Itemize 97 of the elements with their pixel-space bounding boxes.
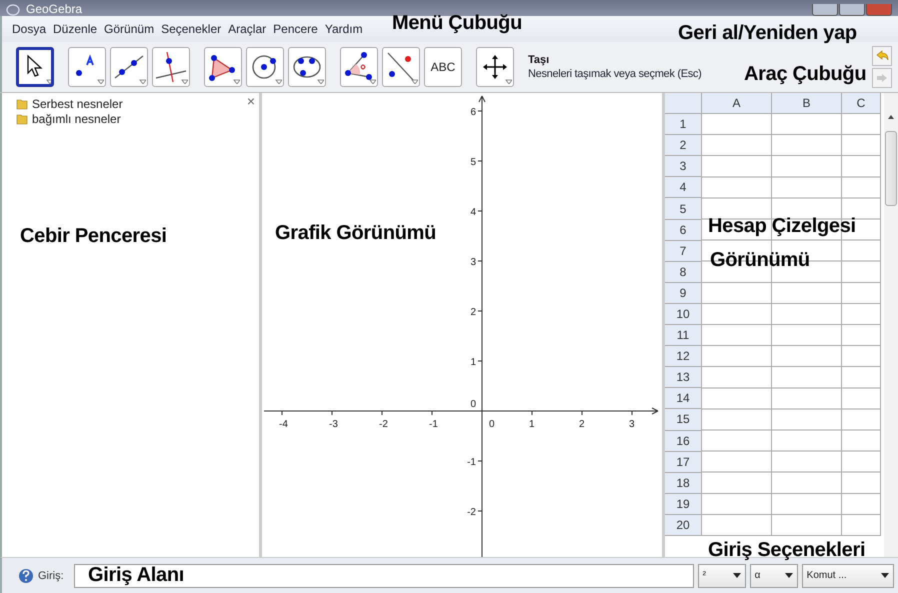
input-label: Giriş: [38, 570, 64, 582]
perpendicular-lines-icon [154, 50, 188, 84]
column-header[interactable]: C [842, 93, 881, 114]
axis-label: 1 [470, 357, 476, 368]
menu-item[interactable]: Dosya [12, 22, 46, 36]
caret-icon [880, 573, 889, 578]
axis-label: 0 [489, 419, 495, 430]
row-header[interactable]: 18 [665, 472, 702, 494]
axis-label: 5 [470, 157, 476, 168]
spreadsheet-cells[interactable] [702, 114, 881, 536]
window-title: GeoGebra [26, 2, 82, 16]
menu-item[interactable]: Görünüm [104, 22, 154, 36]
menu-item[interactable]: Düzenle [53, 22, 98, 36]
axis-label: 2 [579, 419, 585, 430]
axis-label: 1 [529, 419, 535, 430]
scroll-thumb[interactable] [885, 131, 897, 206]
dropdown[interactable]: ² [698, 564, 746, 588]
tool-button[interactable]: ABC [424, 47, 462, 87]
row-header[interactable]: 19 [665, 494, 702, 515]
tool-button[interactable] [246, 47, 284, 87]
row-header[interactable]: 8 [665, 262, 702, 283]
close-button[interactable]: × [246, 93, 255, 109]
undo-icon [875, 49, 889, 63]
tool-button[interactable] [110, 47, 148, 87]
annotation-label: Giriş Seçenekleri [708, 538, 866, 562]
row-header[interactable]: 14 [665, 388, 702, 410]
tool-button[interactable] [382, 47, 420, 87]
column-header[interactable]: A [702, 93, 772, 114]
row-header[interactable]: 2 [665, 135, 702, 156]
annotation-label: Menü Çubuğu [392, 11, 522, 35]
axis-label: -1 [429, 419, 438, 430]
column-header[interactable]: B [772, 93, 842, 114]
menu-item[interactable]: Araçlar [228, 22, 266, 36]
annotation-label: Görünümü [710, 248, 810, 272]
caret-icon [784, 573, 793, 578]
scroll-up-icon [888, 115, 894, 119]
tool-button[interactable] [68, 47, 106, 87]
menu-item[interactable]: Seçenekler [161, 22, 222, 36]
row-header[interactable]: 6 [665, 220, 702, 241]
tool-button[interactable] [16, 47, 54, 87]
folder-icon [16, 113, 28, 125]
annotation-label: Araç Çubuğu [744, 62, 866, 86]
tool-button[interactable] [152, 47, 190, 87]
axis-label: 4 [470, 207, 476, 218]
row-header[interactable]: 10 [665, 304, 702, 326]
row-header[interactable]: 5 [665, 198, 702, 220]
axis-label: -4 [279, 419, 288, 430]
row-header[interactable]: 3 [665, 156, 702, 178]
axis-label: -1 [467, 457, 476, 468]
row-header[interactable]: 9 [665, 282, 702, 304]
undo-button[interactable] [872, 46, 892, 66]
scrollbar[interactable] [884, 93, 898, 557]
tool-name: Taşı [528, 54, 550, 66]
menu-item[interactable]: Pencere [273, 22, 318, 36]
angle-icon [342, 50, 376, 84]
tool-button[interactable] [476, 47, 514, 87]
dropdown[interactable]: α [750, 564, 798, 588]
row-header[interactable]: 13 [665, 367, 702, 388]
input-field[interactable] [74, 564, 694, 588]
tree-item[interactable]: bağımlı nesneler [32, 112, 121, 126]
caret-icon [732, 573, 741, 578]
dropdown[interactable]: Komut ... [802, 564, 894, 588]
annotation-label: Cebir Penceresi [20, 224, 167, 248]
help-icon[interactable] [18, 568, 34, 584]
row-header[interactable]: 16 [665, 430, 702, 452]
folder-icon [16, 98, 28, 110]
row-header[interactable]: 17 [665, 452, 702, 473]
axis-label: -2 [467, 507, 476, 518]
axis-label: 3 [470, 257, 476, 268]
annotation-label: Geri al/Yeniden yap [678, 21, 857, 45]
row-header[interactable]: 1 [665, 114, 702, 136]
row-header[interactable]: 11 [665, 325, 702, 346]
annotation-label: Giriş Alanı [88, 563, 184, 587]
row-header[interactable]: 7 [665, 240, 702, 262]
tool-button[interactable] [288, 47, 326, 87]
menu-item[interactable]: Yardım [324, 22, 363, 36]
app-icon [6, 4, 20, 16]
tool-help: Nesneleri taşımak veya seçmek (Esc) [528, 68, 702, 80]
corner-cell[interactable] [665, 93, 702, 114]
minimize-button[interactable] [812, 4, 838, 16]
axis-label: 3 [629, 419, 635, 430]
axis-label: -3 [329, 419, 338, 430]
redo-icon [875, 71, 889, 85]
axis-label: 0 [470, 399, 476, 410]
annotation-label: Grafik Görünümü [275, 221, 436, 245]
tool-button[interactable] [204, 47, 242, 87]
row-header[interactable]: 15 [665, 409, 702, 430]
axis-label: 6 [470, 107, 476, 118]
row-header[interactable]: 12 [665, 346, 702, 368]
tree-item[interactable]: Serbest nesneler [32, 97, 123, 111]
maximize-button[interactable] [839, 4, 865, 16]
tool-button[interactable] [340, 47, 378, 87]
annotation-label: Hesap Çizelgesi [708, 214, 856, 238]
axis-label: 2 [470, 307, 476, 318]
row-header[interactable]: 4 [665, 177, 702, 198]
row-header[interactable]: 20 [665, 514, 702, 536]
axis-label: -2 [379, 419, 388, 430]
